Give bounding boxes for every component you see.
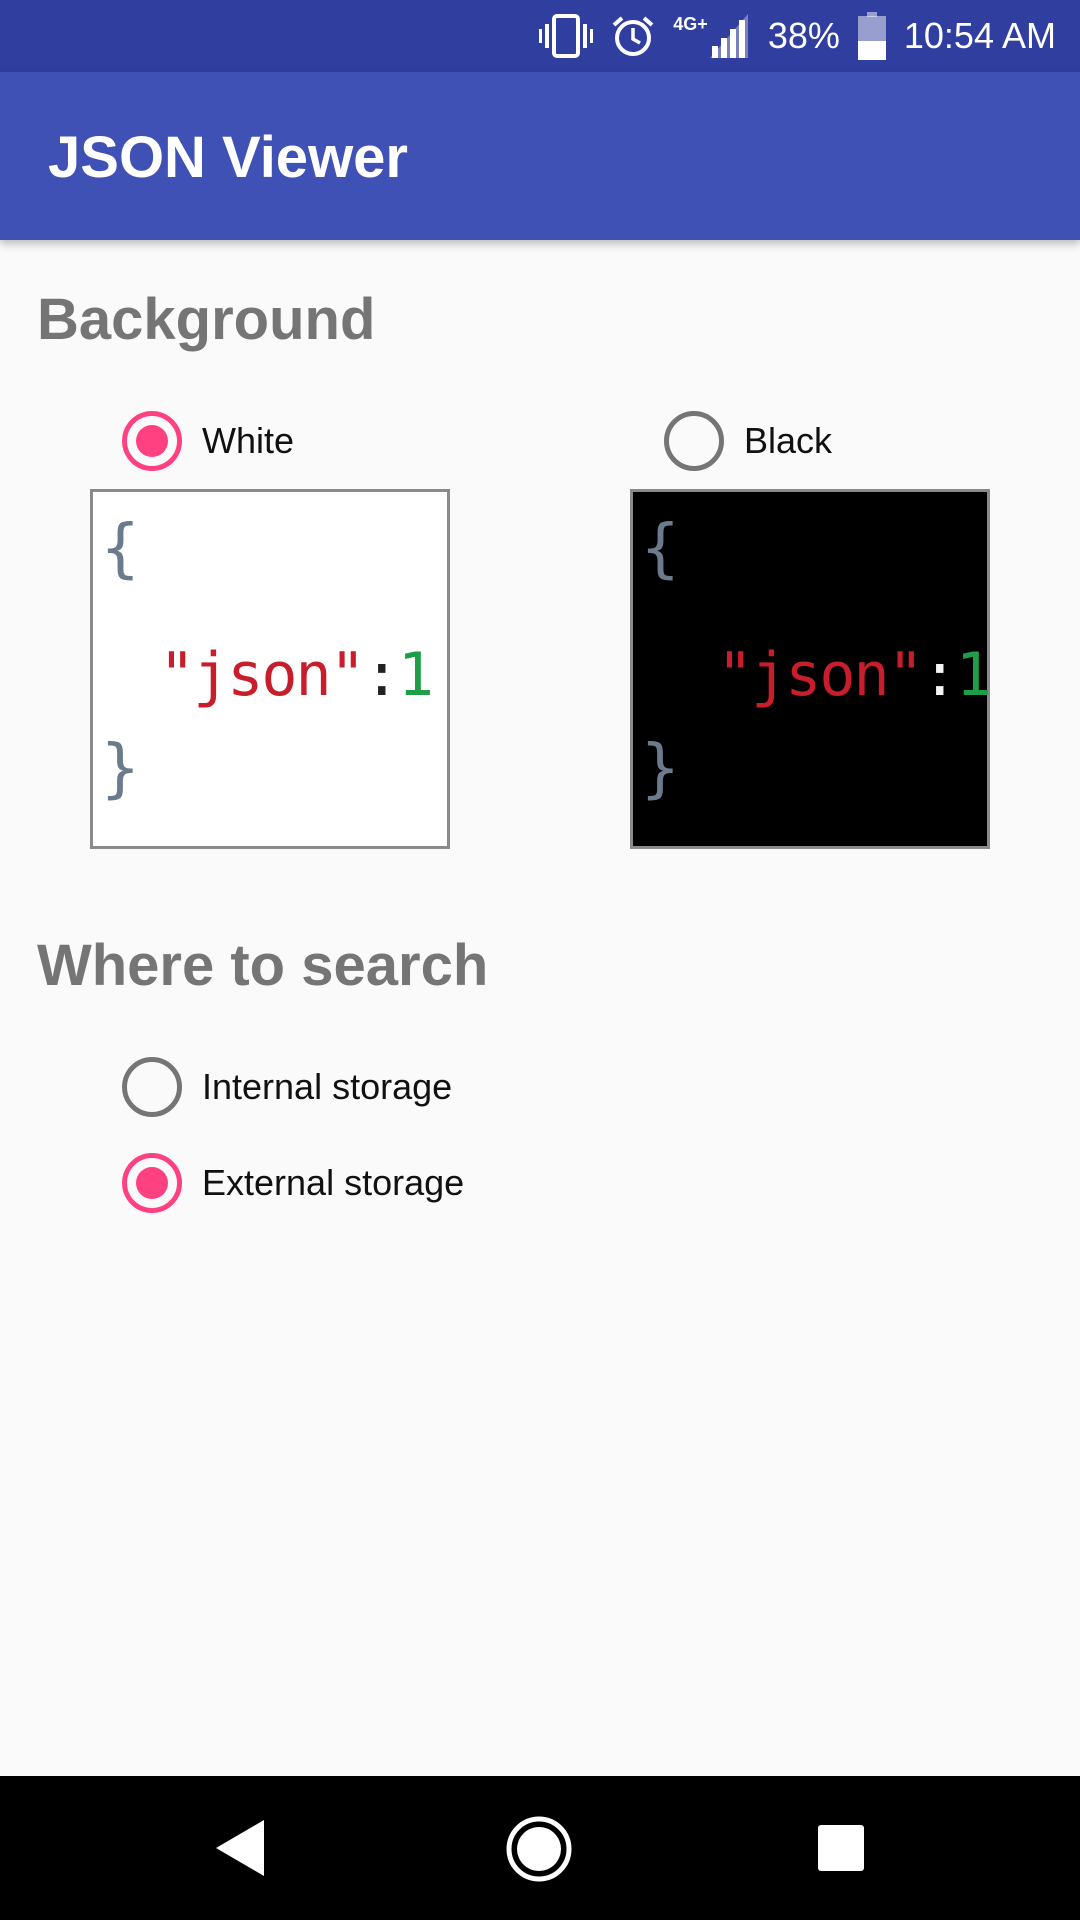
- app-bar: JSON Viewer: [0, 72, 1080, 240]
- radio-white-button[interactable]: [122, 411, 182, 471]
- network-type: 4G+: [673, 14, 708, 34]
- radio-black-button[interactable]: [664, 411, 724, 471]
- preview-colon: :: [921, 640, 958, 710]
- signal-indicator: 4G+: [673, 12, 750, 60]
- radio-white-label[interactable]: White: [202, 420, 294, 462]
- radio-external-storage-label[interactable]: External storage: [202, 1162, 464, 1204]
- status-bar: 4G+ 38% 10:54 AM: [0, 0, 1080, 72]
- preview-value: 1: [955, 640, 992, 710]
- preview-json-line: "json":1: [717, 640, 992, 710]
- radio-external-storage[interactable]: External storage: [122, 1153, 464, 1213]
- radio-white[interactable]: White: [122, 411, 294, 471]
- preview-colon: :: [363, 640, 400, 710]
- home-icon[interactable]: [506, 1816, 572, 1887]
- recents-icon[interactable]: [818, 1825, 864, 1876]
- white-background-preview[interactable]: { "json":1 }: [90, 489, 450, 849]
- preview-key: "json": [159, 640, 366, 710]
- battery-icon: [857, 12, 886, 60]
- vibrate-icon: [539, 14, 594, 58]
- radio-internal-storage[interactable]: Internal storage: [122, 1057, 452, 1117]
- preview-key: "json": [717, 640, 924, 710]
- preview-value: 1: [397, 640, 434, 710]
- search-section-title: Where to search: [37, 933, 489, 998]
- back-icon[interactable]: [214, 1818, 266, 1883]
- radio-internal-storage-label[interactable]: Internal storage: [202, 1066, 452, 1108]
- preview-open-brace: {: [101, 512, 140, 586]
- preview-json-line: "json":1: [159, 640, 434, 710]
- alarm-icon: [611, 14, 655, 58]
- navigation-bar: [0, 1776, 1080, 1920]
- app-title: JSON Viewer: [48, 125, 409, 190]
- battery-percent: 38%: [767, 15, 840, 56]
- radio-external-storage-button[interactable]: [122, 1153, 182, 1213]
- signal-icon: [708, 12, 750, 60]
- preview-open-brace: {: [641, 512, 680, 586]
- black-background-preview[interactable]: { "json":1 }: [630, 489, 992, 849]
- radio-black-label[interactable]: Black: [744, 420, 832, 462]
- radio-black[interactable]: Black: [664, 411, 832, 471]
- clock: 10:54 AM: [903, 15, 1056, 56]
- preview-close-brace: }: [641, 732, 680, 806]
- radio-internal-storage-button[interactable]: [122, 1057, 182, 1117]
- preview-close-brace: }: [101, 732, 140, 806]
- background-section-title: Background: [37, 287, 376, 352]
